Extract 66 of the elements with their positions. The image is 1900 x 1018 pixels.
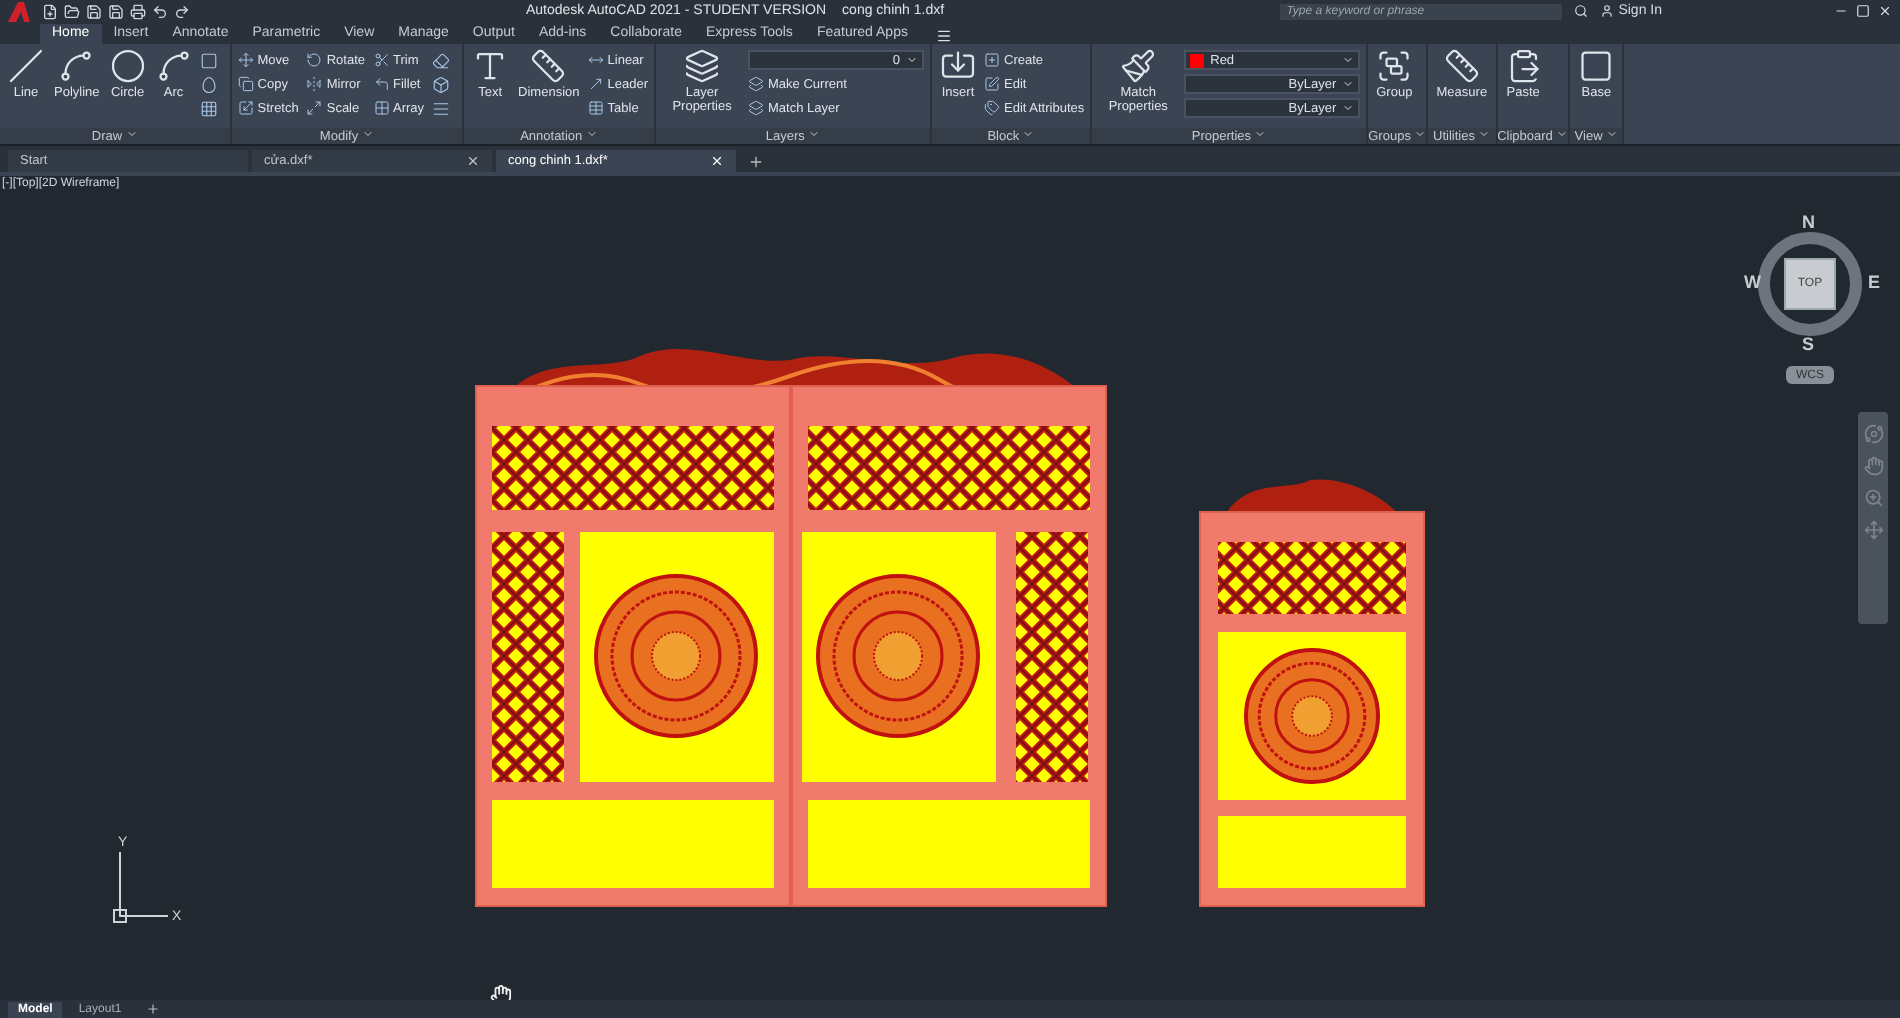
plus-icon [145, 1002, 160, 1016]
close-icon[interactable] [1878, 4, 1892, 18]
dimension-icon [530, 48, 567, 84]
compass-label: E [1868, 272, 1881, 292]
minimize-icon[interactable] [1834, 4, 1848, 18]
edit-icon [984, 76, 1001, 92]
layers-icon [684, 48, 721, 84]
linear-icon [587, 52, 604, 68]
new-file-icon[interactable] [42, 3, 58, 19]
move-icon [237, 52, 254, 68]
mirror-icon [306, 76, 323, 92]
clipboard-icon [1505, 48, 1542, 84]
text-icon [472, 48, 509, 84]
table-icon [587, 100, 604, 116]
maximize-icon[interactable] [1856, 4, 1870, 18]
redo-icon[interactable] [174, 3, 190, 19]
caret-icon [1556, 128, 1569, 140]
save-icon[interactable] [108, 3, 124, 19]
folder-icon[interactable] [64, 3, 80, 19]
layers-icon [748, 100, 765, 116]
array-icon [373, 100, 390, 116]
caret-icon [585, 128, 598, 140]
brush-icon [1120, 48, 1157, 84]
eraser-icon [432, 51, 451, 69]
caret-icon [1478, 128, 1491, 140]
rectangle-icon [199, 51, 218, 69]
cube-icon [432, 75, 451, 93]
close-icon[interactable] [466, 154, 480, 168]
scale-icon [306, 100, 323, 116]
panel-toggle-icon[interactable] [935, 28, 952, 44]
lines-icon [432, 99, 451, 117]
create-icon [984, 52, 1001, 68]
printer-icon[interactable] [130, 3, 146, 19]
rotate-icon [306, 52, 323, 68]
view-base-icon [1578, 48, 1615, 84]
caret-icon [1254, 128, 1267, 140]
app-logo-icon[interactable] [8, 1, 30, 21]
caret-icon [1414, 128, 1427, 140]
ruler-icon [1443, 48, 1480, 84]
stretch-icon [237, 100, 254, 116]
leader-icon [587, 76, 604, 92]
hatch-icon [199, 99, 218, 117]
undo-icon[interactable] [152, 3, 168, 19]
caret-icon [906, 54, 919, 66]
circle-icon [109, 48, 146, 84]
line-icon [8, 48, 44, 84]
caret-icon [1606, 128, 1619, 140]
layers-icon [748, 76, 765, 92]
search-icon[interactable] [1574, 4, 1589, 18]
caret-icon [808, 128, 821, 140]
compass-label: S [1802, 334, 1815, 354]
caret-icon [125, 128, 138, 140]
insert-icon [940, 48, 977, 84]
ucs-axes-icon [113, 851, 169, 923]
caret-icon [361, 128, 374, 140]
compass-label: N [1802, 212, 1815, 232]
save-icon[interactable] [86, 3, 102, 19]
polyline-icon [58, 48, 95, 84]
user-icon [1600, 4, 1615, 18]
plus-icon [748, 153, 764, 169]
caret-icon [1022, 128, 1035, 140]
group-icon [1376, 48, 1413, 84]
tags-icon [984, 100, 1001, 116]
scissors-icon [373, 52, 390, 68]
copy-icon [237, 76, 254, 92]
compass-label: W [1744, 272, 1761, 292]
